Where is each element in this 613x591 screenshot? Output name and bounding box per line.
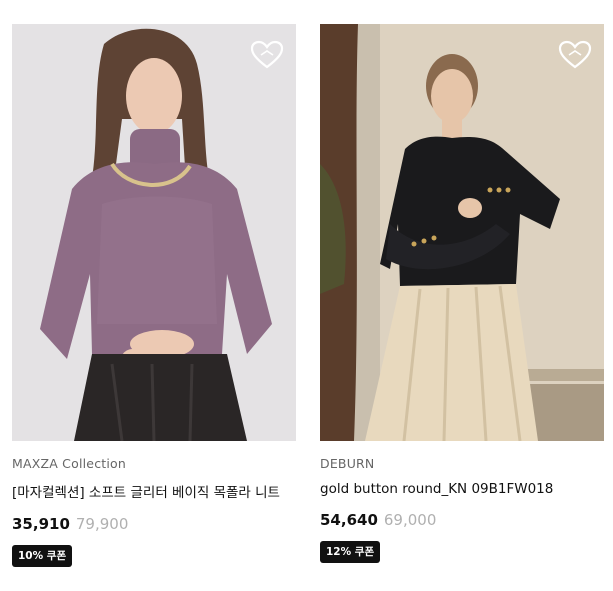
price-row: 54,640 69,000 [320,511,604,529]
sale-price: 35,910 [12,515,70,533]
product-title[interactable]: gold button round_KN 09B1FW018 [320,481,604,497]
product-image[interactable] [12,24,296,441]
price-row: 35,910 79,900 [12,515,296,533]
product-brand[interactable]: MAXZA Collection [12,456,296,471]
sale-price: 54,640 [320,511,378,529]
product-photo [12,24,296,441]
product-title[interactable]: [마자컬렉션] 소프트 글리터 베이직 목폴라 니트 [12,481,296,501]
heart-outline-icon[interactable] [558,40,592,70]
product-image[interactable] [320,24,604,441]
coupon-badge: 12% 쿠폰 [320,541,381,563]
product-card[interactable]: DEBURN gold button round_KN 09B1FW018 54… [320,24,604,563]
heart-outline-icon[interactable] [250,40,284,70]
product-grid: MAXZA Collection [마자컬렉션] 소프트 글리터 베이직 목폴라… [0,0,613,591]
original-price: 69,000 [383,511,437,529]
original-price: 79,900 [75,515,129,533]
product-card[interactable]: MAXZA Collection [마자컬렉션] 소프트 글리터 베이직 목폴라… [12,24,296,567]
product-brand[interactable]: DEBURN [320,456,604,471]
coupon-badge: 10% 쿠폰 [12,545,73,567]
product-photo [320,24,604,441]
